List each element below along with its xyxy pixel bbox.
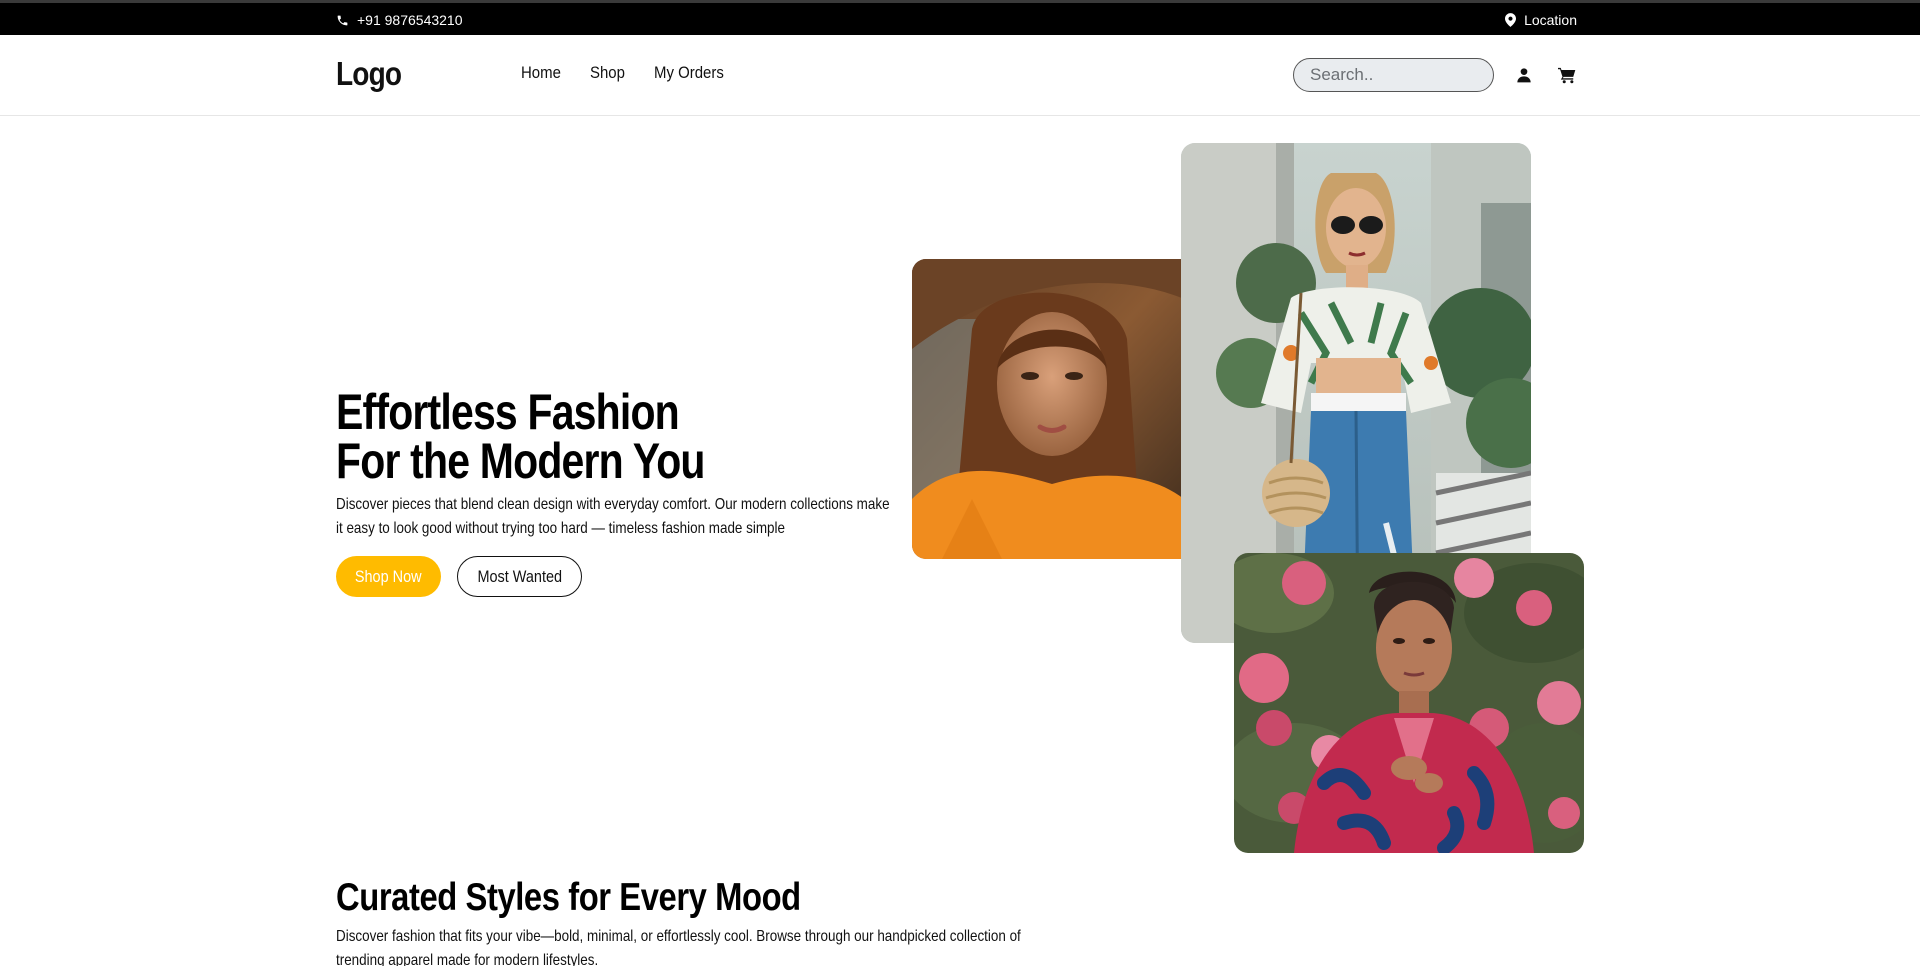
map-pin-icon bbox=[1505, 13, 1517, 27]
hero-description: Discover pieces that blend clean design … bbox=[336, 496, 890, 537]
nav-home[interactable]: Home bbox=[521, 63, 561, 83]
phone-icon bbox=[336, 14, 349, 27]
cart-icon[interactable] bbox=[1557, 65, 1577, 85]
hero-title: Effortless Fashion For the Modern You bbox=[336, 384, 705, 489]
hero-title-line-2: For the Modern You bbox=[336, 433, 705, 489]
top-bar: +91 9876543210 Location bbox=[0, 0, 1920, 35]
most-wanted-button[interactable]: Most Wanted bbox=[457, 556, 582, 597]
section-description: Discover fashion that fits your vibe—bol… bbox=[336, 928, 1021, 966]
location-label: Location bbox=[1524, 12, 1577, 28]
shop-now-label: Shop Now bbox=[355, 566, 422, 586]
search-input[interactable] bbox=[1293, 58, 1494, 92]
user-icon[interactable] bbox=[1514, 65, 1534, 85]
phone-number: +91 9876543210 bbox=[357, 12, 463, 28]
location-link[interactable]: Location bbox=[1505, 12, 1577, 28]
most-wanted-label: Most Wanted bbox=[477, 566, 562, 586]
shop-now-button[interactable]: Shop Now bbox=[336, 556, 441, 597]
main-menu: Home Shop My Orders bbox=[521, 63, 765, 83]
nav-my-orders[interactable]: My Orders bbox=[654, 63, 724, 83]
logo[interactable]: Logo bbox=[336, 55, 402, 93]
nav-shop[interactable]: Shop bbox=[590, 63, 625, 83]
navbar: Logo Home Shop My Orders bbox=[0, 35, 1920, 116]
hero-image-woman-hat bbox=[912, 259, 1184, 559]
section-title: Curated Styles for Every Mood bbox=[336, 876, 801, 919]
phone-contact[interactable]: +91 9876543210 bbox=[336, 12, 463, 28]
hero-image-man-flowers bbox=[1234, 553, 1584, 853]
hero-title-line-1: Effortless Fashion bbox=[336, 384, 680, 440]
